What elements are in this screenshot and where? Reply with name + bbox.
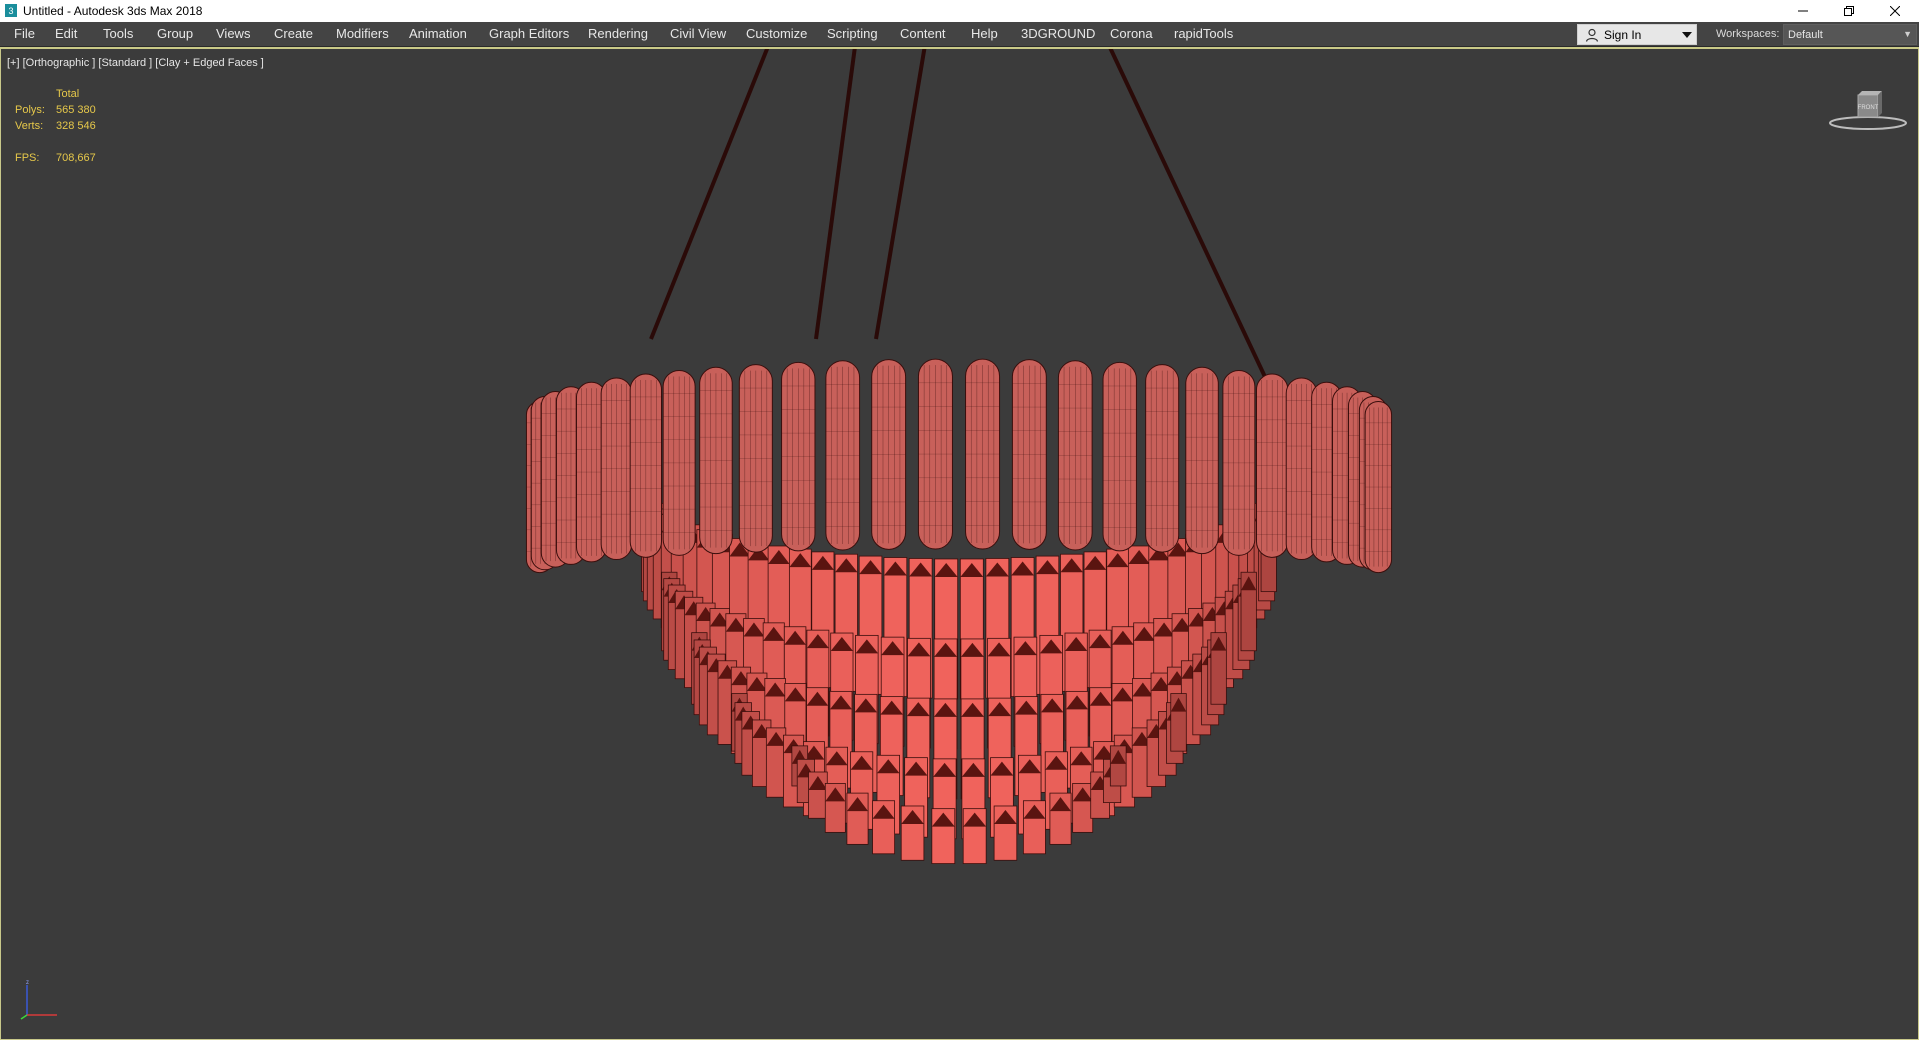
chandelier-model[interactable] <box>1 49 1918 1040</box>
workspaces-select[interactable]: Default ▼ <box>1783 24 1917 45</box>
menu-modifiers[interactable]: Modifiers <box>336 26 389 43</box>
3ds-max-app-icon: 3 <box>5 4 17 17</box>
workspaces-label: Workspaces: <box>1716 28 1780 40</box>
menu-customize[interactable]: Customize <box>746 26 807 43</box>
chevron-down-icon <box>1682 32 1692 38</box>
menu-content[interactable]: Content <box>900 26 946 43</box>
menu-corona[interactable]: Corona <box>1110 26 1153 43</box>
perspective-viewport[interactable]: [+] [Orthographic ] [Standard ] [Clay + … <box>0 47 1919 1040</box>
close-icon <box>1890 6 1900 16</box>
menu-civil-view[interactable]: Civil View <box>670 26 726 43</box>
chevron-down-icon: ▼ <box>1903 29 1912 39</box>
menu-graph-editors[interactable]: Graph Editors <box>489 26 569 43</box>
window-title: Untitled - Autodesk 3ds Max 2018 <box>23 4 203 18</box>
user-icon <box>1585 28 1599 42</box>
minimize-button[interactable] <box>1780 0 1826 22</box>
menu-create[interactable]: Create <box>274 26 313 43</box>
svg-text:3: 3 <box>8 6 13 16</box>
menu-animation[interactable]: Animation <box>409 26 467 43</box>
minimize-icon <box>1798 10 1808 12</box>
close-button[interactable] <box>1872 0 1918 22</box>
viewcube-face-label: FRONT <box>1858 105 1879 111</box>
workspaces-value: Default <box>1788 29 1823 41</box>
menu-rapidtools[interactable]: rapidTools <box>1174 26 1233 43</box>
axis-tripod-icon: z <box>20 980 57 1020</box>
menu-file[interactable]: File <box>14 26 35 43</box>
menu-help[interactable]: Help <box>971 26 998 43</box>
menu-scripting[interactable]: Scripting <box>827 26 878 43</box>
menu-group[interactable]: Group <box>157 26 193 43</box>
menu-3dground[interactable]: 3DGROUND <box>1021 26 1095 43</box>
sign-in-dropdown[interactable]: Sign In <box>1577 24 1697 45</box>
menu-rendering[interactable]: Rendering <box>588 26 648 43</box>
viewcube[interactable]: FRONT <box>1826 85 1910 135</box>
restore-icon <box>1844 6 1854 16</box>
title-bar: 3 Untitled - Autodesk 3ds Max 2018 <box>0 0 1919 22</box>
menu-tools[interactable]: Tools <box>103 26 133 43</box>
restore-button[interactable] <box>1826 0 1872 22</box>
svg-text:z: z <box>26 980 29 986</box>
sign-in-label: Sign In <box>1604 28 1642 42</box>
menu-edit[interactable]: Edit <box>55 26 77 43</box>
menu-views[interactable]: Views <box>216 26 250 43</box>
